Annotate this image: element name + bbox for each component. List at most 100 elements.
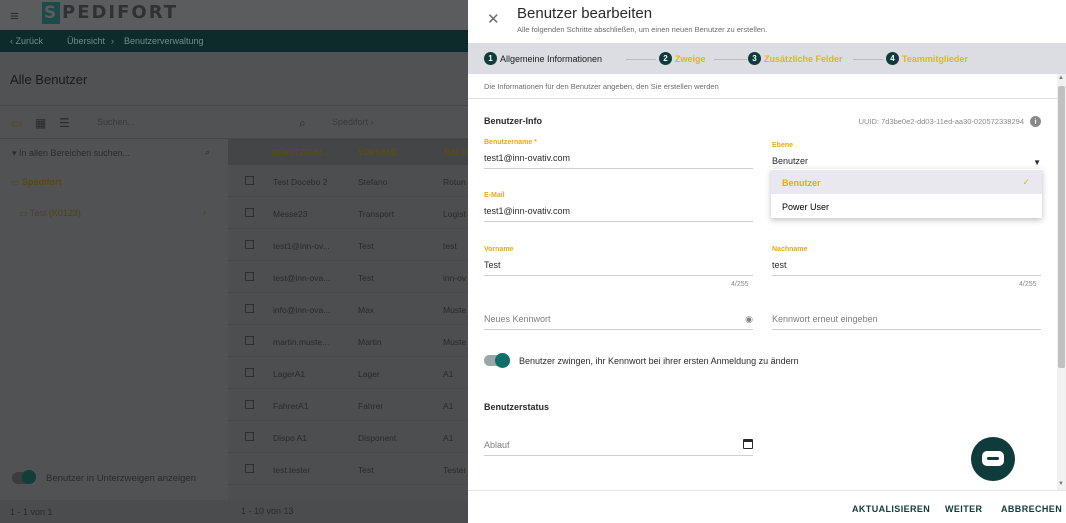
expiry-field[interactable]: Ablauf: [484, 426, 753, 456]
subbranch-toggle-label: Benutzer in Unterzweigen anzeigen: [46, 473, 196, 484]
tree-item-test[interactable]: ▭ Test (K0123): [19, 208, 81, 219]
panel-title: Benutzer bearbeiten: [517, 5, 653, 22]
search-icon[interactable]: ⌕: [299, 116, 306, 131]
table-row[interactable]: Test Docebo 2 Stefano Rotun: [228, 165, 468, 197]
table-row[interactable]: info@inn-ova... Max Muste: [228, 293, 468, 325]
lastname-field[interactable]: Nachname test: [772, 246, 1041, 276]
force-password-change-toggle[interactable]: [484, 353, 510, 368]
scroll-down-icon[interactable]: ▼: [1058, 481, 1064, 487]
tree-panel: ▾ In allen Bereichen suchen... ⌕ ▭ Spedi…: [0, 139, 228, 523]
username-value: test1@inn-ovativ.com: [484, 153, 571, 163]
stepper: 1 Allgemeine Informationen 2 Zweige 3 Zusät…: [468, 43, 1066, 74]
close-icon[interactable]: ✕: [487, 12, 500, 27]
email-field[interactable]: E-Mail test1@inn-ovativ.com: [484, 192, 753, 222]
new-password-field[interactable]: Neues Kennwort ◉: [484, 300, 753, 330]
section-title-user-info: Benutzer-Info: [484, 116, 542, 126]
back-link[interactable]: ‹ Zurück: [10, 36, 43, 46]
cancel-button[interactable]: ABBRECHEN: [1001, 504, 1062, 514]
org-filter[interactable]: Spedifort ›: [332, 117, 374, 127]
table-row[interactable]: test1@inn-ov... Test test: [228, 229, 468, 261]
level-select[interactable]: Ebene Benutzer ▼: [772, 142, 1041, 172]
checkbox[interactable]: [245, 432, 254, 441]
grid-icon[interactable]: ▦: [35, 116, 46, 130]
tree-item-spedifort[interactable]: ▭ Spedifort: [11, 177, 62, 188]
level-option-power-user[interactable]: Power User: [771, 194, 1042, 218]
confirm-password-field[interactable]: Kennwort erneut eingeben: [772, 300, 1041, 330]
firstname-value: Test: [484, 260, 501, 270]
step-additional-fields[interactable]: 3 Zusätzliche Felder: [748, 52, 843, 65]
checkbox[interactable]: [245, 368, 254, 377]
username-label: Benutzername *: [484, 139, 537, 146]
calendar-icon[interactable]: [743, 439, 753, 449]
section-title-user-status: Benutzerstatus: [484, 402, 550, 412]
table-row[interactable]: LagerA1 Lager A1: [228, 357, 468, 389]
info-icon[interactable]: i: [1030, 116, 1041, 127]
eye-icon[interactable]: ◉: [745, 314, 753, 325]
checkbox[interactable]: [245, 176, 254, 185]
step-connector: [853, 59, 883, 60]
email-value: test1@inn-ovativ.com: [484, 206, 571, 216]
table-row[interactable]: test.tester Test Tester: [228, 453, 468, 485]
checkbox[interactable]: [245, 272, 254, 281]
update-button[interactable]: AKTUALISIEREN: [852, 504, 930, 514]
checkbox[interactable]: [245, 400, 254, 409]
username-field[interactable]: Benutzername * test1@inn-ovativ.com: [484, 139, 753, 169]
panel-subtitle: Alle folgenden Schritte abschließen, um …: [517, 25, 768, 34]
confirm-password-placeholder: Kennwort erneut eingeben: [772, 314, 878, 324]
table-row[interactable]: test@inn-ova... Test inn-ov: [228, 261, 468, 293]
breadcrumb-separator: ›: [111, 36, 114, 46]
firstname-counter: 4/255: [731, 281, 749, 288]
level-option-benutzer[interactable]: Benutzer ✓: [771, 170, 1042, 194]
table-row[interactable]: FahrerA1 Fahrer A1: [228, 389, 468, 421]
menu-icon[interactable]: ≡: [10, 8, 19, 25]
table-pagination: 1 - 10 von 13: [241, 506, 294, 516]
checkbox[interactable]: [245, 304, 254, 313]
breadcrumb: ‹ Zurück Übersicht › Benutzerverwaltung: [0, 30, 468, 52]
expiry-placeholder: Ablauf: [484, 440, 510, 450]
checkbox[interactable]: [245, 240, 254, 249]
step-connector: [714, 59, 747, 60]
level-dropdown-menu: Benutzer ✓ Power User: [771, 169, 1042, 218]
tree-pagination: 1 - 1 von 1: [10, 507, 53, 517]
checkbox[interactable]: [245, 208, 254, 217]
intro-text: Die Informationen für den Benutzer angeb…: [484, 82, 719, 91]
step-team-members[interactable]: 4 Teammitglieder: [886, 52, 968, 65]
chat-button[interactable]: [971, 437, 1015, 481]
firstname-field[interactable]: Vorname Test: [484, 246, 753, 276]
chat-icon: [982, 451, 1004, 466]
list-icon[interactable]: ☰: [59, 116, 70, 130]
check-icon: ✓: [1022, 177, 1030, 187]
checkbox[interactable]: [245, 464, 254, 473]
table-footer: 1 - 1 von 1 1 - 10 von 13: [0, 500, 468, 523]
column-header-username[interactable]: BENUTZERN...: [272, 148, 328, 157]
search-icon[interactable]: ⌕: [205, 147, 210, 158]
table-row[interactable]: Messe23 Transport Logist: [228, 197, 468, 229]
page-title: Alle Benutzer: [10, 72, 88, 87]
table-header: BENUTZERN... VORNAME NACHN: [228, 139, 473, 165]
checkbox[interactable]: [245, 336, 254, 345]
table-row[interactable]: martin.muste... Martin Muste: [228, 325, 468, 357]
folder-icon[interactable]: ▭: [11, 116, 22, 130]
search-input[interactable]: Suchen...: [97, 117, 135, 127]
email-label: E-Mail: [484, 192, 505, 199]
footer-divider: [468, 490, 1066, 491]
scrollbar-thumb[interactable]: [1058, 86, 1065, 368]
app-logo: S PEDIFORT: [42, 2, 179, 24]
breadcrumb-overview[interactable]: Übersicht: [67, 36, 105, 46]
chevron-right-icon[interactable]: ›: [203, 207, 206, 217]
scroll-up-icon[interactable]: ▲: [1058, 75, 1064, 81]
force-password-change-label: Benutzer zwingen, ihr Kennwort bei ihrer…: [519, 356, 799, 366]
step-branches[interactable]: 2 Zweige: [659, 52, 706, 65]
lastname-counter: 4/255: [1019, 281, 1037, 288]
app-header: ≡ S PEDIFORT: [0, 0, 468, 30]
column-header-firstname[interactable]: VORNAME: [358, 148, 399, 157]
next-button[interactable]: WEITER: [945, 504, 982, 514]
tree-search-input[interactable]: ▾ In allen Bereichen suchen...: [12, 148, 130, 159]
subbranch-toggle[interactable]: [12, 470, 36, 484]
dropdown-arrow-icon[interactable]: ▼: [1033, 158, 1041, 167]
step-general-info[interactable]: 1 Allgemeine Informationen: [484, 52, 602, 65]
table-row[interactable]: Dispo A1 Disponent A1: [228, 421, 468, 453]
uuid-text: UUID: 7d3be0e2-dd03-11ed-aa30-0205723382…: [858, 117, 1024, 126]
toolbar: ▭ ▦ ☰ Suchen... ⌕ Spedifort ›: [0, 105, 468, 139]
lastname-value: test: [772, 260, 787, 270]
